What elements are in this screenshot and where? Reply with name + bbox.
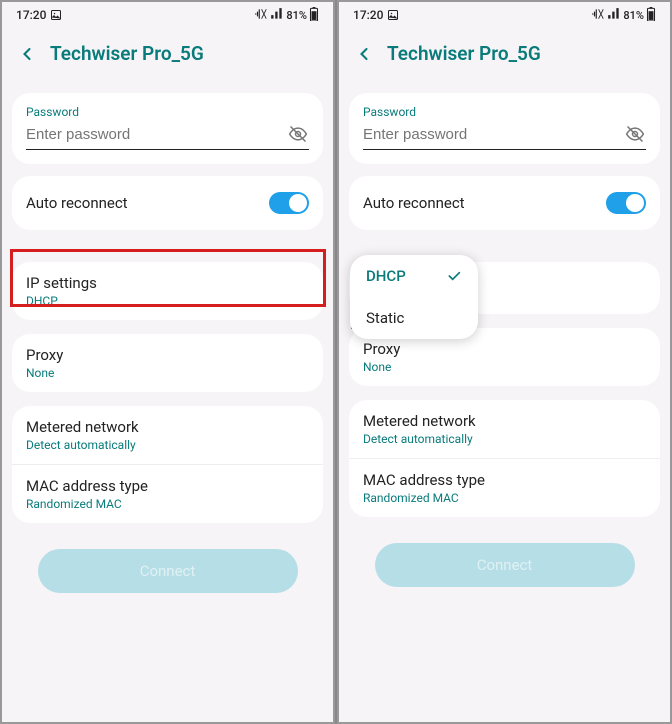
visibility-off-icon[interactable] [287,123,309,145]
metered-value: Detect automatically [363,432,646,446]
left-screenshot: 17:20 81% Techwiser Pro_5G Password [0,0,335,724]
mac-title: MAC address type [363,471,646,489]
vibrate-icon [254,7,268,24]
auto-reconnect-toggle[interactable] [606,192,646,214]
back-icon[interactable] [16,43,38,65]
password-card: Password [349,93,660,164]
password-input[interactable] [26,126,287,143]
metered-row[interactable]: Metered network Detect automatically [349,400,660,458]
back-icon[interactable] [353,43,375,65]
mac-value: Randomized MAC [26,497,309,511]
proxy-value: None [363,360,646,374]
auto-reconnect-label: Auto reconnect [26,194,128,212]
password-card: Password [12,93,323,164]
picture-icon [387,9,399,21]
metered-title: Metered network [26,418,309,436]
signal-icon [270,7,284,24]
proxy-row[interactable]: Proxy None [12,334,323,392]
dropdown-option-label: Static [366,309,404,327]
picture-icon [50,9,62,21]
status-time: 17:20 [353,8,383,22]
password-label: Password [26,105,309,119]
proxy-title: Proxy [363,340,646,358]
auto-reconnect-label: Auto reconnect [363,194,465,212]
auto-reconnect-toggle[interactable] [269,192,309,214]
metered-value: Detect automatically [26,438,309,452]
signal-icon [607,7,621,24]
status-bar: 17:20 81% [2,2,333,28]
dropdown-option-dhcp[interactable]: DHCP [350,255,478,297]
battery-text: 81% [623,9,644,22]
dropdown-option-static[interactable]: Static [350,297,478,339]
battery-text: 81% [286,9,307,22]
ip-settings-title: IP settings [26,274,309,292]
password-input[interactable] [363,126,624,143]
page-title: Techwiser Pro_5G [387,42,541,65]
battery-icon [309,7,319,24]
network-settings-group: Metered network Detect automatically MAC… [349,400,660,517]
status-bar: 17:20 81% [339,2,670,28]
visibility-off-icon[interactable] [624,123,646,145]
header: Techwiser Pro_5G [2,28,333,87]
header: Techwiser Pro_5G [339,28,670,87]
ip-settings-value: DHCP [26,294,309,308]
metered-title: Metered network [363,412,646,430]
auto-reconnect-row: Auto reconnect [12,176,323,230]
network-settings-group: Metered network Detect automatically MAC… [12,406,323,523]
connect-label: Connect [477,556,533,574]
ip-settings-dropdown: DHCP Static [350,255,478,339]
mac-row[interactable]: MAC address type Randomized MAC [12,464,323,523]
metered-row[interactable]: Metered network Detect automatically [12,406,323,464]
mac-title: MAC address type [26,477,309,495]
connect-label: Connect [140,562,196,580]
status-time: 17:20 [16,8,46,22]
vibrate-icon [591,7,605,24]
proxy-value: None [26,366,309,380]
dropdown-option-label: DHCP [366,267,406,285]
battery-icon [646,7,656,24]
check-icon [446,268,462,284]
ip-settings-row[interactable]: IP settings DHCP [12,262,323,320]
proxy-title: Proxy [26,346,309,364]
mac-row[interactable]: MAC address type Randomized MAC [349,458,660,517]
right-screenshot: 17:20 81% Techwiser Pro_5G Password [337,0,672,724]
connect-button[interactable]: Connect [375,543,635,587]
connect-button[interactable]: Connect [38,549,298,593]
page-title: Techwiser Pro_5G [50,42,204,65]
password-label: Password [363,105,646,119]
mac-value: Randomized MAC [363,491,646,505]
auto-reconnect-row: Auto reconnect [349,176,660,230]
